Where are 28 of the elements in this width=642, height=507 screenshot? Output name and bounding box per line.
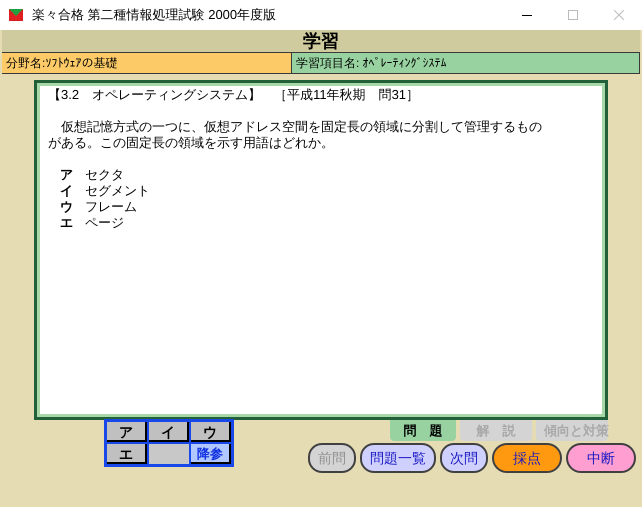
- choice-mark: イ: [60, 183, 73, 199]
- answer-button[interactable]: エ: [107, 444, 147, 464]
- close-icon: [614, 10, 624, 20]
- choice-mark: ウ: [60, 199, 73, 215]
- info-field: 学習項目名: ｵﾍﾟﾚｰﾃｨﾝｸﾞｼｽﾃﾑ: [292, 53, 640, 73]
- choice-mark: エ: [60, 215, 73, 231]
- app-logo-icon: [8, 7, 24, 23]
- nav-button[interactable]: 中断: [566, 443, 636, 473]
- give-up-button[interactable]: 降参: [191, 444, 231, 464]
- choice-text: フレーム: [85, 199, 137, 215]
- question-text: 仮想記憶方式の一つに、仮想アドレス空間を固定長の領域に分割して管理するものがある。この固定長の領域を示す用語はどれか。: [48, 119, 543, 151]
- choice-text: ページ: [85, 215, 124, 231]
- answer-button[interactable]: イ: [149, 422, 189, 442]
- info-field: 分野名:ｿﾌﾄｳｪｱの基礎: [2, 53, 292, 73]
- answer-button[interactable]: ウ: [191, 422, 231, 442]
- question-heading: 【3.2 オペレーティングシステム】 ［平成11年秋期 問31］: [48, 87, 420, 103]
- nav-button[interactable]: 問題一覧: [360, 443, 436, 473]
- nav-button[interactable]: 次問: [440, 443, 488, 473]
- nav-button[interactable]: 採点: [492, 443, 562, 473]
- maximize-icon: [568, 10, 578, 20]
- choice-text: セグメント: [85, 183, 150, 199]
- tab[interactable]: 問 題: [390, 420, 456, 441]
- minimize-icon: [522, 14, 532, 16]
- answer-button[interactable]: ア: [107, 422, 147, 442]
- choice-text: セクタ: [85, 167, 124, 183]
- header-bar: 学習: [2, 30, 640, 52]
- window-title: 楽々合格 第二種情報処理試験 2000年度版: [32, 6, 276, 24]
- choice-mark: ア: [60, 167, 73, 183]
